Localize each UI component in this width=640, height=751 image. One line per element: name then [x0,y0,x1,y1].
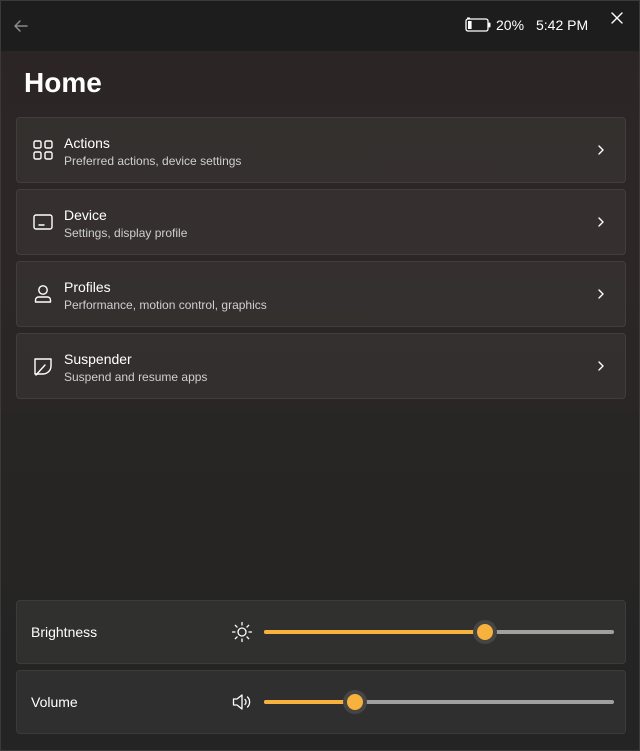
person-icon [34,285,52,303]
grid-icon [33,140,53,160]
volume-label: Volume [31,694,78,710]
leaf-icon [34,358,52,376]
volume-slider-fill [264,700,355,704]
chevron-right-icon [598,361,604,371]
volume-slider-thumb[interactable] [343,690,367,714]
nav-item-suspender[interactable]: Suspender Suspend and resume apps [16,333,626,399]
nav-item-title: Device [64,207,107,223]
nav-item-subtitle: Settings, display profile [64,226,188,240]
chevron-right-icon [598,217,604,227]
nav-item-device[interactable]: Device Settings, display profile [16,189,626,255]
volume-slider[interactable] [264,690,614,714]
brightness-slider-fill [264,630,485,634]
app-window: 20% 5:42 PM Home Actions Preferred actio… [0,0,640,751]
battery-percentage: 20% [496,17,525,33]
page-title: Home [24,67,102,98]
chevron-right-icon [598,289,604,299]
nav-item-title: Suspender [64,351,132,367]
nav-item-subtitle: Performance, motion control, graphics [64,298,267,312]
clock: 5:42 PM [536,17,589,33]
brightness-control: Brightness [16,600,626,664]
brightness-slider-thumb[interactable] [472,620,497,644]
back-arrow-icon[interactable] [11,16,31,36]
nav-item-title: Actions [64,135,110,151]
battery-icon [465,17,491,32]
speaker-icon [232,694,251,710]
nav-item-profiles[interactable]: Profiles Performance, motion control, gr… [16,261,626,327]
nav-item-subtitle: Preferred actions, device settings [64,154,242,168]
brightness-label: Brightness [31,624,98,640]
brightness-slider[interactable] [264,620,614,644]
nav-item-subtitle: Suspend and resume apps [64,370,208,384]
sun-icon [231,621,253,643]
chevron-right-icon [598,145,604,155]
title-bar: 20% 5:42 PM [1,1,639,51]
nav-item-title: Profiles [64,279,111,295]
volume-control: Volume [16,670,626,734]
nav-item-actions[interactable]: Actions Preferred actions, device settin… [16,117,626,183]
close-icon[interactable] [608,9,626,27]
display-icon [33,214,53,230]
